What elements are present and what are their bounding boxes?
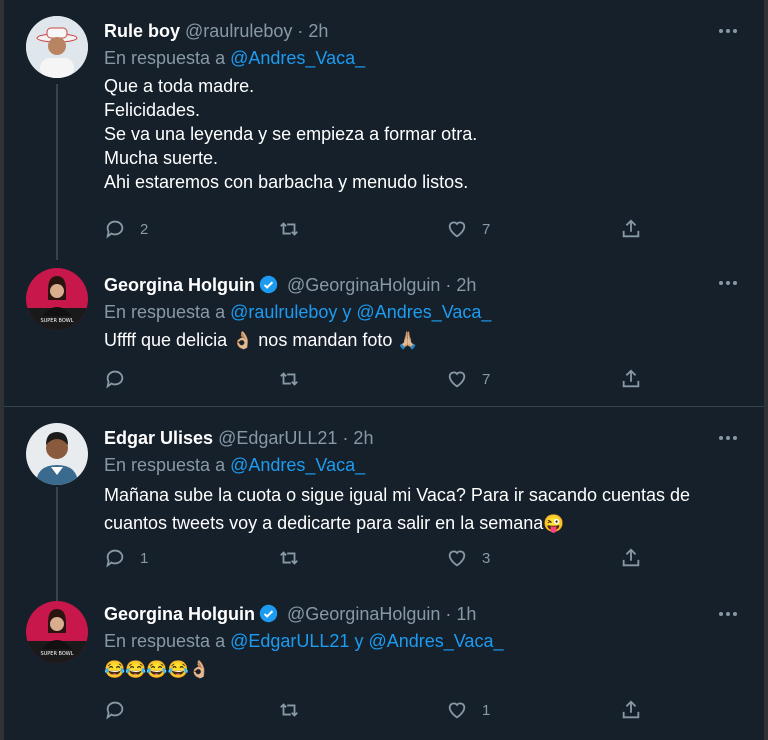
author-name[interactable]: Rule boy <box>104 21 180 41</box>
like-count: 1 <box>482 701 491 719</box>
tweet-edgar[interactable]: Edgar Ulises @EdgarULL21 · 2h En respues… <box>4 407 764 601</box>
tweet-georgina-1[interactable]: SUPER BOWL Georgina Holguin @GeorginaHol… <box>4 250 764 406</box>
reply-icon <box>106 370 124 389</box>
tweet-time[interactable]: · 1h <box>445 604 476 624</box>
tweet-text-part: Uffff que delicia <box>104 330 228 350</box>
retweet-icon <box>280 372 298 386</box>
tweet-line: Mañana sube la cuota o sigue igual mi Va… <box>104 485 691 505</box>
reply-prefix: En respuesta a <box>104 48 226 68</box>
conversation-thread: Rule boy @raulruleboy · 2h En respuesta … <box>0 0 768 740</box>
reply-count: 1 <box>140 549 149 567</box>
like-button[interactable]: 1 <box>446 699 490 721</box>
more-options-icon[interactable] <box>718 28 738 34</box>
verified-badge-icon <box>259 275 278 294</box>
like-button[interactable]: 7 <box>446 218 490 240</box>
share-button[interactable] <box>620 547 642 569</box>
tweet-line: cuantos tweets voy a dedicarte para sali… <box>104 513 544 533</box>
retweet-icon <box>280 222 298 236</box>
more-options-icon[interactable] <box>718 611 738 617</box>
tweet-text: Mañana sube la cuota o sigue igual mi Va… <box>104 481 724 538</box>
heart-icon <box>448 371 466 388</box>
tweet-line: Ahi estaremos con barbacha y menudo list… <box>104 172 469 192</box>
more-options-icon[interactable] <box>718 435 738 441</box>
like-button[interactable]: 3 <box>446 547 490 569</box>
heart-icon <box>448 702 466 719</box>
tweet-line: Que a toda madre. <box>104 76 255 96</box>
verified-badge-icon <box>259 604 278 623</box>
ok-hand-emoji: 👌🏼 <box>232 331 254 350</box>
retweet-button[interactable] <box>278 368 314 390</box>
like-count: 3 <box>482 549 491 567</box>
share-icon <box>622 700 640 719</box>
winking-tongue-emoji: 😜 <box>543 514 565 533</box>
thread-connector <box>56 84 58 260</box>
retweet-button[interactable] <box>278 699 314 721</box>
thread-connector <box>56 487 58 601</box>
author-handle[interactable]: @EdgarULL21 <box>218 428 337 448</box>
svg-text:SUPER BOWL: SUPER BOWL <box>40 651 73 657</box>
reply-prefix: En respuesta a <box>104 455 226 475</box>
tweet-time[interactable]: · 2h <box>445 275 476 295</box>
reply-button[interactable] <box>104 368 140 390</box>
retweet-icon <box>280 551 298 565</box>
reply-icon <box>106 701 124 720</box>
share-button[interactable] <box>620 218 642 240</box>
avatar-edgar[interactable] <box>26 423 88 485</box>
reply-button[interactable] <box>104 699 140 721</box>
avatar-georgina[interactable]: SUPER BOWL <box>26 601 88 663</box>
reply-to-link[interactable]: @Andres_Vaca_ <box>230 48 365 68</box>
laughing-emojis: 😂😂😂😂👌🏼 <box>104 660 210 679</box>
reply-to-link[interactable]: @EdgarULL21 y @Andres_Vaca_ <box>230 631 503 651</box>
tweet-georgina-2[interactable]: SUPER BOWL Georgina Holguin @GeorginaHol… <box>4 589 764 740</box>
like-count: 7 <box>482 220 491 238</box>
author-name[interactable]: Georgina Holguin <box>104 275 255 295</box>
author-name[interactable]: Georgina Holguin <box>104 604 255 624</box>
avatar-rule-boy[interactable] <box>26 16 88 78</box>
reply-button[interactable]: 1 <box>104 547 148 569</box>
author-handle[interactable]: @GeorginaHolguin <box>287 275 440 295</box>
svg-text:SUPER BOWL: SUPER BOWL <box>40 318 73 324</box>
tweet-time[interactable]: · 2h <box>297 21 328 41</box>
reply-prefix: En respuesta a <box>104 631 226 651</box>
retweet-button[interactable] <box>278 547 314 569</box>
share-button[interactable] <box>620 368 642 390</box>
share-button[interactable] <box>620 699 642 721</box>
share-icon <box>622 548 640 567</box>
retweet-button[interactable] <box>278 218 314 240</box>
reply-count: 2 <box>140 220 149 238</box>
reply-prefix: En respuesta a <box>104 302 226 322</box>
tweet-text: Que a toda madre. Felicidades. Se va una… <box>104 74 724 194</box>
author-handle[interactable]: @raulruleboy <box>185 21 292 41</box>
tweet-time[interactable]: · 2h <box>342 428 373 448</box>
reply-button[interactable]: 2 <box>104 218 148 240</box>
folded-hands-emoji: 🙏🏼 <box>397 331 419 350</box>
tweet-text: 😂😂😂😂👌🏼 <box>104 657 724 682</box>
tweet-text: Uffff que delicia 👌🏼 nos mandan foto 🙏🏼 <box>104 328 724 353</box>
heart-icon <box>448 221 466 238</box>
reply-icon <box>106 549 124 568</box>
heart-icon <box>448 550 466 567</box>
author-handle[interactable]: @GeorginaHolguin <box>287 604 440 624</box>
share-icon <box>622 219 640 238</box>
tweet-line: Se va una leyenda y se empieza a formar … <box>104 124 478 144</box>
more-options-icon[interactable] <box>718 280 738 286</box>
like-button[interactable]: 7 <box>446 368 490 390</box>
tweet-text-part: nos mandan foto <box>258 330 393 350</box>
retweet-icon <box>280 703 298 717</box>
avatar-georgina[interactable]: SUPER BOWL <box>26 268 88 330</box>
like-count: 7 <box>482 370 491 388</box>
reply-icon <box>106 220 124 239</box>
tweet-rule-boy[interactable]: Rule boy @raulruleboy · 2h En respuesta … <box>4 0 764 260</box>
reply-to-link[interactable]: @raulruleboy y @Andres_Vaca_ <box>230 302 491 322</box>
tweet-line: Felicidades. <box>104 100 201 120</box>
reply-to-link[interactable]: @Andres_Vaca_ <box>230 455 365 475</box>
share-icon <box>622 369 640 388</box>
author-name[interactable]: Edgar Ulises <box>104 428 213 448</box>
tweet-line: Mucha suerte. <box>104 148 219 168</box>
